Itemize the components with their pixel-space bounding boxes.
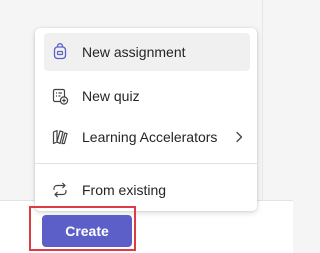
learning-accelerators-icon xyxy=(52,129,68,145)
menu-divider xyxy=(35,163,257,164)
page: New assignment New quiz Learning Acceler… xyxy=(0,0,293,253)
chevron-right-icon xyxy=(236,131,243,143)
from-existing-icon xyxy=(53,182,67,198)
menu-item-learning-accelerators[interactable]: Learning Accelerators xyxy=(44,118,250,156)
create-menu: New assignment New quiz Learning Acceler… xyxy=(35,28,257,211)
assignment-icon xyxy=(53,43,67,60)
menu-item-from-existing[interactable]: From existing xyxy=(44,171,250,209)
quiz-icon xyxy=(52,88,69,105)
menu-item-new-quiz[interactable]: New quiz xyxy=(44,77,250,115)
create-button[interactable]: Create xyxy=(42,215,132,247)
menu-item-label: Learning Accelerators xyxy=(82,129,218,145)
menu-item-label: From existing xyxy=(82,182,167,198)
divider xyxy=(262,0,263,200)
menu-item-label: New quiz xyxy=(82,88,140,104)
menu-item-new-assignment[interactable]: New assignment xyxy=(44,33,250,71)
menu-item-label: New assignment xyxy=(82,44,186,60)
